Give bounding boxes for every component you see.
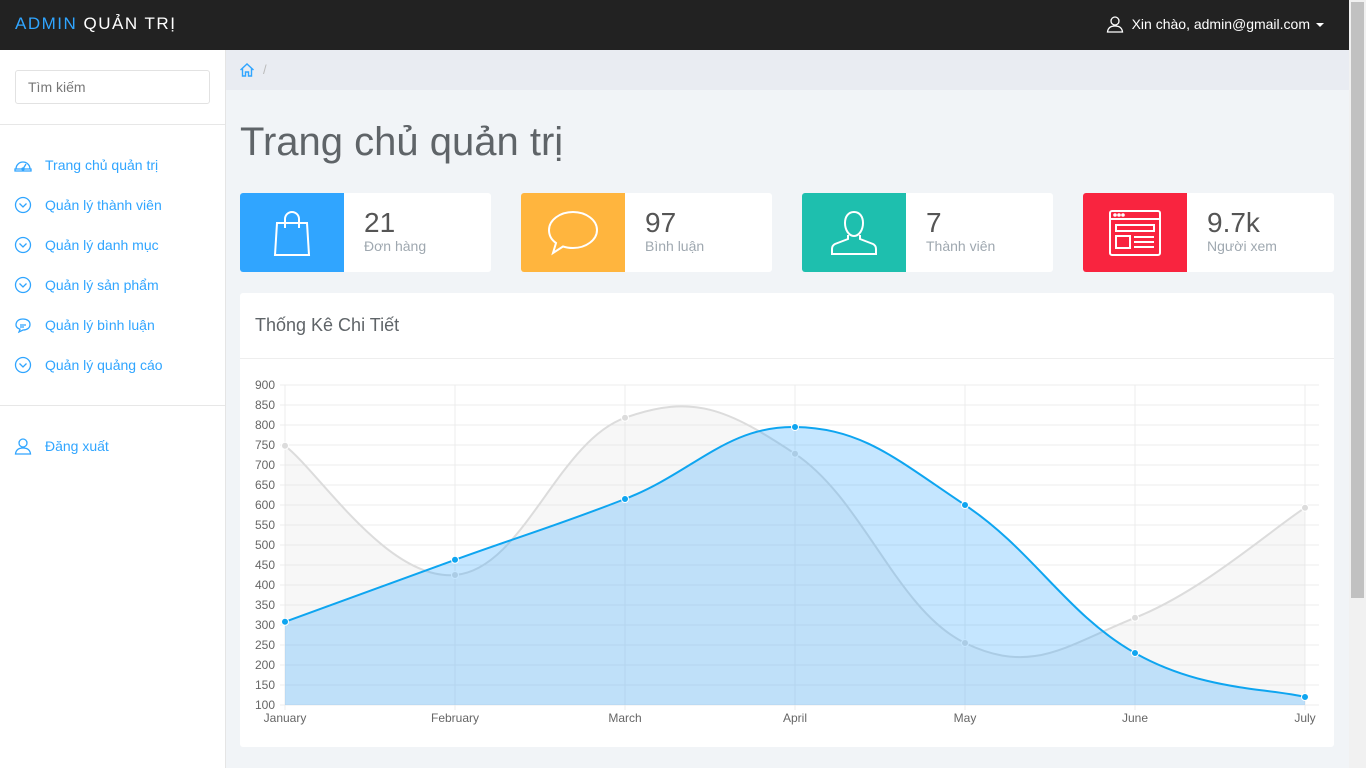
stat-value: 21 xyxy=(364,207,396,238)
chevron-circle-down-icon xyxy=(14,276,32,294)
stat-card-orders: 21 Đơn hàng xyxy=(240,193,491,272)
y-tick-label: 300 xyxy=(255,618,275,632)
user-icon xyxy=(14,438,32,455)
brand-logo[interactable]: ADMIN QUẢN TRỊ xyxy=(15,14,176,34)
stat-label: Người xem xyxy=(1207,238,1277,254)
user-icon xyxy=(1106,16,1123,33)
stat-label: Thành viên xyxy=(926,238,996,254)
y-tick-label: 500 xyxy=(255,538,275,552)
series-gray-point xyxy=(281,441,289,450)
sidebar-item-members[interactable]: Quản lý thành viên xyxy=(14,196,162,214)
sidebar-item-label: Quản lý danh mục xyxy=(45,237,159,253)
user-greeting: Xin chào, admin@gmail.com xyxy=(1131,16,1310,32)
series-blue-point xyxy=(1301,693,1309,701)
y-tick-label: 650 xyxy=(255,478,275,492)
chevron-circle-down-icon xyxy=(14,356,32,374)
series-blue-point xyxy=(961,501,969,509)
x-tick-label: July xyxy=(1294,711,1315,725)
x-tick-label: June xyxy=(1122,711,1148,725)
stat-label: Bình luận xyxy=(645,238,705,254)
y-tick-label: 900 xyxy=(255,378,275,392)
breadcrumb: / xyxy=(226,50,1349,90)
page-title: Trang chủ quản trị xyxy=(240,120,564,164)
y-tick-label: 700 xyxy=(255,458,275,472)
sidebar-item-label: Quản lý quảng cáo xyxy=(45,357,163,373)
sidebar-item-products[interactable]: Quản lý sản phẩm xyxy=(14,276,159,294)
sidebar-item-label: Quản lý sản phẩm xyxy=(45,277,159,293)
stat-icon-box xyxy=(240,193,344,272)
series-blue-point xyxy=(1131,649,1139,657)
stat-card-members: 7 Thành viên xyxy=(802,193,1053,272)
series-gray-point xyxy=(1131,613,1139,622)
caret-down-icon xyxy=(1316,23,1324,27)
browser-window-icon xyxy=(1109,209,1161,256)
sidebar-item-label: Quản lý thành viên xyxy=(45,197,162,213)
user-menu-toggle[interactable]: Xin chào, admin@gmail.com xyxy=(1106,15,1324,33)
sidebar-item-comments[interactable]: Quản lý bình luận xyxy=(14,316,155,334)
x-tick-label: May xyxy=(954,711,977,725)
area-chart: 100 150 200 250 300 350 400 450 500 550 600 650 700 7… xyxy=(255,378,1319,725)
stat-value: 9.7k xyxy=(1207,207,1260,238)
speech-bubble-icon xyxy=(547,210,599,255)
stat-card-views: 9.7k Người xem xyxy=(1083,193,1334,272)
stat-value: 7 xyxy=(926,207,942,238)
series-blue-point xyxy=(281,617,289,626)
y-tick-label: 100 xyxy=(255,698,275,712)
stat-icon-box xyxy=(521,193,625,272)
series-blue-point xyxy=(621,495,629,503)
stat-icon-box xyxy=(802,193,906,272)
dashboard-icon xyxy=(14,161,32,172)
y-tick-label: 150 xyxy=(255,678,275,692)
logout-label: Đăng xuất xyxy=(45,438,109,454)
series-blue-point xyxy=(791,423,799,431)
y-tick-label: 250 xyxy=(255,638,275,652)
sidebar-divider xyxy=(0,405,225,406)
scrollbar-thumb[interactable] xyxy=(1351,2,1364,598)
y-tick-label: 800 xyxy=(255,418,275,432)
y-tick-label: 600 xyxy=(255,498,275,512)
sidebar-item-categories[interactable]: Quản lý danh mục xyxy=(14,236,159,254)
series-blue-point xyxy=(451,555,459,564)
top-navbar: ADMIN QUẢN TRỊ Xin chào, admin@gmail.com xyxy=(0,0,1366,50)
x-tick-label: January xyxy=(264,711,307,725)
x-tick-label: February xyxy=(431,711,479,725)
stat-icon-box xyxy=(1083,193,1187,272)
brand-accent: ADMIN xyxy=(15,14,78,33)
y-tick-label: 750 xyxy=(255,438,275,452)
breadcrumb-separator: / xyxy=(263,62,267,77)
y-tick-label: 450 xyxy=(255,558,275,572)
sidebar-item-label: Quản lý bình luận xyxy=(45,317,155,333)
x-tick-label: April xyxy=(783,711,807,725)
sidebar: Trang chủ quản trị Quản lý thành viên Qu… xyxy=(0,50,226,768)
chevron-circle-down-icon xyxy=(14,196,32,214)
search-input[interactable] xyxy=(15,70,210,104)
y-tick-label: 350 xyxy=(255,598,275,612)
shopping-bag-icon xyxy=(273,210,311,256)
series-gray-point xyxy=(621,413,629,422)
stat-value: 97 xyxy=(645,207,677,238)
sidebar-item-logout[interactable]: Đăng xuất xyxy=(14,437,109,455)
y-tick-label: 550 xyxy=(255,518,275,532)
y-tick-label: 400 xyxy=(255,578,275,592)
sidebar-item-ads[interactable]: Quản lý quảng cáo xyxy=(14,356,163,374)
y-tick-label: 200 xyxy=(255,658,275,672)
brand-text: QUẢN TRỊ xyxy=(83,14,177,33)
stat-label: Đơn hàng xyxy=(364,238,427,254)
y-tick-label: 850 xyxy=(255,398,275,412)
series-gray-point xyxy=(1301,503,1309,512)
x-tick-label: March xyxy=(608,711,641,725)
chevron-circle-down-icon xyxy=(14,236,32,254)
sidebar-divider xyxy=(0,124,225,125)
home-icon[interactable] xyxy=(239,62,255,78)
stat-card-comments: 97 Bình luận xyxy=(521,193,772,272)
chat-icon xyxy=(15,318,31,334)
chart-panel: Thống Kê Chi Tiết 100 150 200 250 300 350 400 4… xyxy=(240,293,1334,747)
user-icon xyxy=(831,210,877,255)
sidebar-item-dashboard[interactable]: Trang chủ quản trị xyxy=(14,156,158,174)
sidebar-item-label: Trang chủ quản trị xyxy=(45,157,159,173)
